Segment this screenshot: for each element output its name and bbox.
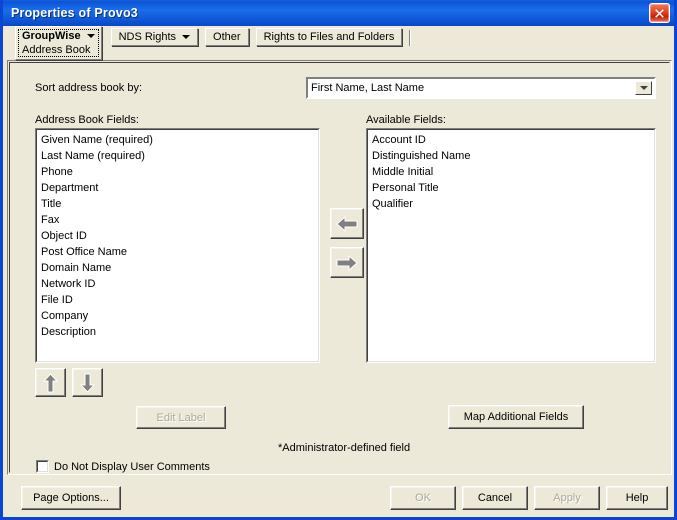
list-item[interactable]: Title	[39, 196, 318, 212]
tab-groupwise-label: GroupWise	[22, 30, 81, 42]
list-item[interactable]: File ID	[39, 292, 318, 308]
tab-other[interactable]: Other	[205, 28, 249, 46]
available-fields-items: Account ID Distinguished Name Middle Ini…	[367, 129, 655, 362]
dialog-footer: Page Options... OK Cancel Apply Help	[3, 478, 674, 514]
cancel-button-text: Cancel	[477, 492, 513, 504]
list-item[interactable]: Given Name (required)	[39, 132, 318, 148]
help-button[interactable]: Help	[606, 486, 668, 510]
arrow-down-icon	[80, 373, 95, 393]
address-book-fields-items: Given Name (required) Last Name (require…	[36, 129, 319, 362]
tab-strip-divider	[409, 30, 412, 46]
chevron-down-icon[interactable]	[635, 81, 652, 95]
sort-address-book-combo[interactable]: First Name, Last Name	[306, 77, 656, 99]
tab-nds-rights[interactable]: NDS Rights	[110, 28, 199, 46]
arrow-up-icon	[43, 372, 58, 392]
list-item[interactable]: Distinguished Name	[370, 148, 654, 164]
properties-dialog-window: Properties of Provo3 GroupWise Address B…	[0, 0, 677, 520]
tab-strip: GroupWise Address Book NDS Rights Other …	[3, 26, 674, 60]
do-not-display-user-comments-row[interactable]: Do Not Display User Comments	[36, 460, 210, 473]
close-icon	[655, 8, 664, 18]
list-item[interactable]: Last Name (required)	[39, 148, 318, 164]
title-bar-buttons	[649, 3, 670, 23]
do-not-display-user-comments-checkbox[interactable]	[36, 460, 49, 473]
ok-button-text: OK	[415, 492, 431, 504]
list-item[interactable]: Middle Initial	[370, 164, 654, 180]
sort-address-book-label: Sort address book by:	[35, 82, 143, 94]
remove-field-button[interactable]	[330, 247, 364, 278]
move-down-button[interactable]	[72, 368, 103, 397]
sort-address-book-value: First Name, Last Name	[311, 82, 425, 94]
list-item[interactable]: Post Office Name	[39, 244, 318, 260]
available-fields-listbox[interactable]: Account ID Distinguished Name Middle Ini…	[366, 128, 656, 363]
list-item[interactable]: Personal Title	[370, 180, 654, 196]
list-item[interactable]: Object ID	[39, 228, 318, 244]
administrator-defined-note: *Administrator-defined field	[278, 442, 411, 454]
tab-other-label: Other	[213, 31, 241, 43]
address-book-fields-listbox[interactable]: Given Name (required) Last Name (require…	[35, 128, 320, 363]
available-fields-label: Available Fields:	[366, 114, 446, 126]
list-item[interactable]: Account ID	[370, 132, 654, 148]
page-options-button[interactable]: Page Options...	[21, 486, 121, 510]
window-title: Properties of Provo3	[11, 6, 138, 20]
chevron-down-icon[interactable]	[86, 34, 95, 38]
list-item[interactable]: Phone	[39, 164, 318, 180]
list-item[interactable]: Department	[39, 180, 318, 196]
move-up-button[interactable]	[35, 368, 66, 397]
add-field-button[interactable]	[330, 208, 364, 239]
list-item[interactable]: Domain Name	[39, 260, 318, 276]
tab-groupwise-primary: GroupWise	[22, 29, 95, 43]
edit-label-button[interactable]: Edit Label	[136, 406, 226, 429]
tab-groupwise-sublabel: Address Book	[22, 44, 91, 56]
do-not-display-user-comments-label: Do Not Display User Comments	[54, 460, 210, 473]
list-item[interactable]: Company	[39, 308, 318, 324]
title-bar[interactable]: Properties of Provo3	[3, 0, 674, 26]
map-additional-fields-button-text: Map Additional Fields	[463, 411, 569, 423]
tab-groupwise[interactable]: GroupWise Address Book	[15, 26, 102, 60]
list-item[interactable]: Fax	[39, 212, 318, 228]
arrow-right-icon	[336, 254, 358, 271]
apply-button[interactable]: Apply	[534, 486, 600, 510]
apply-button-text: Apply	[553, 492, 581, 504]
help-button-text: Help	[625, 492, 649, 504]
close-button[interactable]	[649, 3, 670, 23]
arrow-left-icon	[336, 215, 358, 232]
map-additional-fields-button[interactable]: Map Additional Fields	[448, 405, 584, 429]
edit-label-button-text: Edit Label	[156, 411, 206, 424]
page-options-button-text: Page Options...	[33, 492, 109, 504]
list-item[interactable]: Qualifier	[370, 196, 654, 212]
address-book-fields-label: Address Book Fields:	[35, 114, 139, 126]
tab-rights-to-files-and-folders-label: Rights to Files and Folders	[263, 31, 395, 43]
chevron-down-icon[interactable]	[182, 35, 191, 39]
list-item[interactable]: Description	[39, 324, 318, 340]
list-item[interactable]: Network ID	[39, 276, 318, 292]
ok-button[interactable]: OK	[390, 486, 456, 510]
tab-rights-to-files-and-folders[interactable]: Rights to Files and Folders	[255, 28, 403, 46]
cancel-button[interactable]: Cancel	[462, 486, 528, 510]
content-panel: Sort address book by: First Name, Last N…	[7, 60, 672, 475]
content-panel-inner: Sort address book by: First Name, Last N…	[9, 62, 670, 473]
tab-nds-rights-label: NDS Rights	[118, 31, 177, 43]
